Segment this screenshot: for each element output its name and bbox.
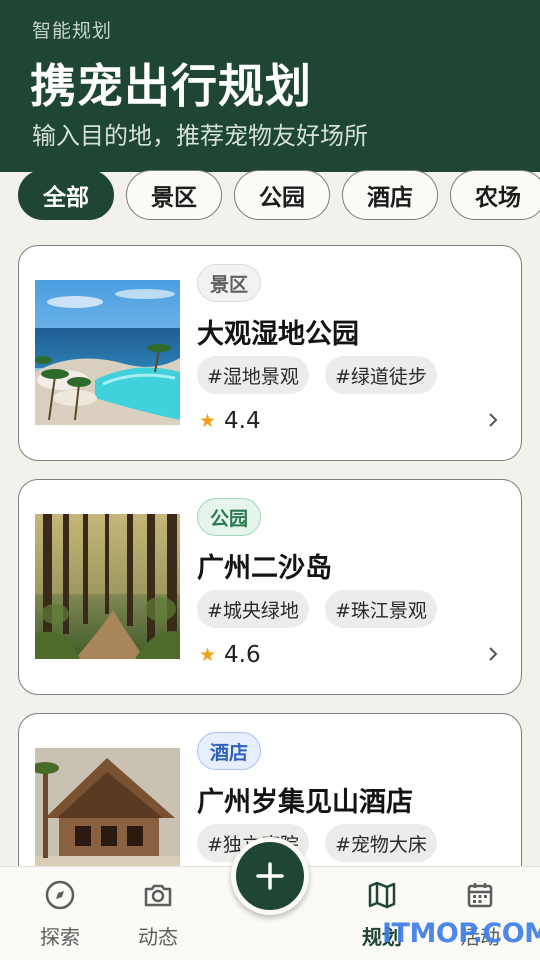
place-name: 广州岁集见山酒店: [197, 787, 413, 818]
place-rating: ★ 4.6: [199, 642, 261, 668]
place-photo: [35, 280, 180, 425]
category-badge: 公园: [197, 498, 262, 536]
filter-chip-scenic[interactable]: 景区: [126, 170, 222, 220]
category-badge: 景区: [197, 264, 262, 302]
place-name: 大观湿地公园: [197, 319, 359, 350]
place-tag: #绿道徒步: [325, 356, 437, 394]
page-subtitle: 输入目的地，推荐宠物友好场所: [32, 122, 368, 150]
page-title: 携宠出行规划: [30, 59, 312, 113]
place-tag: #珠江景观: [325, 590, 437, 628]
chevron-right-icon[interactable]: [487, 644, 499, 668]
page-header: 智能规划 携宠出行规划 输入目的地，推荐宠物友好场所: [0, 0, 540, 172]
header-eyebrow: 智能规划: [32, 20, 113, 42]
filter-chip-all[interactable]: 全部: [18, 170, 114, 220]
chevron-right-icon[interactable]: [487, 410, 499, 434]
place-photo: [35, 514, 180, 659]
category-badge: 酒店: [197, 732, 262, 770]
calendar-icon: [438, 877, 522, 913]
star-icon: ★: [199, 644, 217, 666]
nav-item-feed[interactable]: 动态: [116, 877, 200, 950]
place-card[interactable]: 公园 广州二沙岛 #城央绿地 #珠江景观 ★ 4.6: [18, 479, 522, 695]
place-tag: #宠物大床: [325, 824, 437, 862]
star-icon: ★: [199, 410, 217, 432]
place-name: 广州二沙岛: [197, 553, 332, 584]
nav-label: 动态: [138, 925, 178, 949]
place-rating: ★ 4.4: [199, 408, 261, 434]
compass-icon: [18, 877, 102, 913]
watermark: ITMOP.COM: [382, 918, 540, 949]
filter-chip-park[interactable]: 公园: [234, 170, 330, 220]
filter-chip-hotel[interactable]: 酒店: [342, 170, 438, 220]
place-tag: #城央绿地: [197, 590, 309, 628]
add-button[interactable]: [231, 837, 309, 915]
rating-value: 4.4: [224, 408, 261, 434]
filter-chip-farm[interactable]: 农场: [450, 170, 540, 220]
camera-icon: [116, 877, 200, 913]
nav-label: 探索: [40, 925, 80, 949]
category-filter-bar: 全部 景区 公园 酒店 农场: [0, 168, 540, 224]
map-icon: [340, 877, 424, 913]
plus-icon: [256, 862, 284, 890]
nav-item-explore[interactable]: 探索: [18, 877, 102, 950]
place-tag: #湿地景观: [197, 356, 309, 394]
rating-value: 4.6: [224, 642, 261, 668]
place-card[interactable]: 景区 大观湿地公园 #湿地景观 #绿道徒步 ★ 4.4: [18, 245, 522, 461]
